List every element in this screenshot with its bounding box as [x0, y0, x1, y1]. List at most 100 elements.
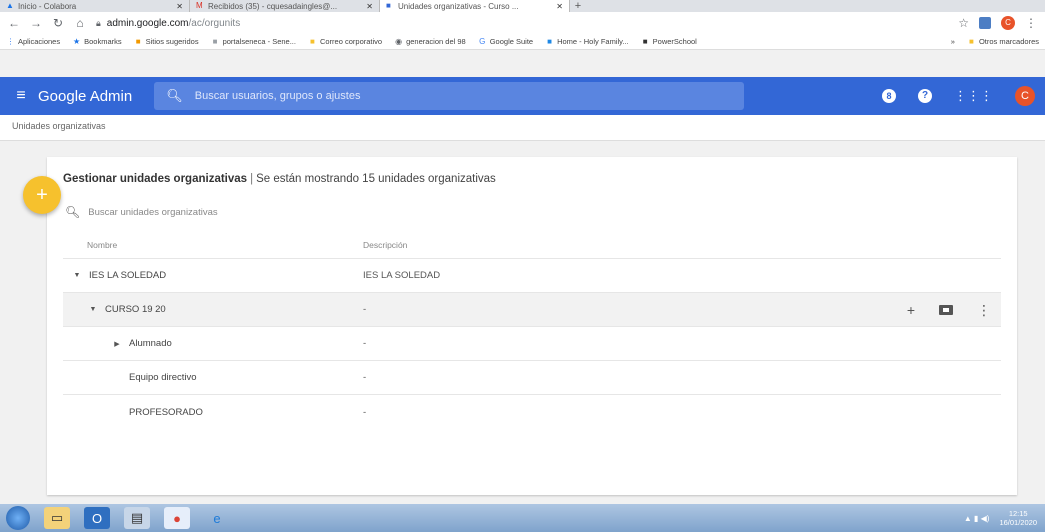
browser-tab-colabora[interactable]: ▲ Inicio - Colabora ✕: [0, 0, 190, 12]
bookmarks-more-icon[interactable]: »: [951, 37, 955, 46]
bookmark-item[interactable]: ◉ generacion del 98: [394, 37, 466, 46]
brand-title[interactable]: Google Admin: [38, 88, 132, 105]
browser-tabstrip: ▲ Inicio - Colabora ✕ M Recibidos (35) -…: [0, 0, 1045, 12]
address-bar[interactable]: 🔒︎ admin.google.com/ac/orgunits: [96, 15, 948, 31]
search-icon: 🔍︎: [166, 88, 183, 103]
move-folder-icon[interactable]: [939, 305, 953, 315]
org-unit-name[interactable]: IES LA SOLEDAD: [89, 270, 166, 281]
notifications-icon[interactable]: 8: [882, 89, 896, 103]
apps-grid-icon[interactable]: ⋮⋮⋮: [954, 88, 993, 104]
other-bookmarks[interactable]: ■ Otros marcadores: [967, 37, 1039, 46]
internet-explorer-icon[interactable]: e: [204, 507, 230, 529]
bookmark-star-icon[interactable]: ☆: [958, 16, 969, 30]
bookmark-item[interactable]: ■ Correo corporativo: [308, 37, 382, 46]
browser-tab-admin[interactable]: ■ Unidades organizativas - Curso ... ✕: [380, 0, 570, 12]
org-unit-search-input[interactable]: 🔍︎ Buscar unidades organizativas: [65, 205, 218, 219]
bookmark-item[interactable]: G Google Suite: [478, 37, 533, 46]
breadcrumb: Unidades organizativas: [0, 115, 1045, 141]
bookmark-item[interactable]: ■ Home - Holy Family...: [545, 37, 628, 46]
breadcrumb-current: Unidades organizativas: [12, 121, 106, 131]
bookmarks-bar: ⋮ Aplicaciones ★ Bookmarks ■ Sitios sugeridos…: [0, 34, 1045, 50]
card-title-count: Se están mostrando 15 unidades organizat…: [256, 173, 496, 185]
org-unit-description: IES LA SOLEDAD: [363, 270, 441, 281]
collapse-caret-icon[interactable]: ▼: [71, 272, 83, 279]
clock[interactable]: 12:15 16/01/2020: [999, 509, 1037, 527]
clock-date: 16/01/2020: [999, 518, 1037, 527]
browser-tab-gmail[interactable]: M Recibidos (35) - cquesadaingles@... ✕: [190, 0, 380, 12]
org-unit-name[interactable]: PROFESORADO: [129, 407, 203, 418]
page-icon: ■: [212, 37, 218, 46]
tab-title: Inicio - Colabora: [18, 1, 77, 11]
google-icon: G: [479, 37, 486, 46]
profile-avatar[interactable]: C: [1001, 16, 1015, 30]
admin-search-input[interactable]: 🔍︎ Buscar usuarios, grupos o ajustes: [154, 82, 745, 110]
table-row[interactable]: ▼ CURSO 19 20 - + ⋮: [63, 293, 1001, 327]
reload-icon[interactable]: ↻: [52, 16, 64, 30]
main-menu-icon[interactable]: ≡: [4, 87, 38, 105]
outlook-icon[interactable]: O: [84, 507, 110, 529]
app-icon[interactable]: ▤: [124, 507, 150, 529]
admin-header: ≡ Google Admin 🔍︎ Buscar usuarios, grupo…: [0, 77, 1045, 115]
table-row[interactable]: PROFESORADO -: [63, 395, 1001, 429]
admin-icon: ■: [386, 1, 391, 10]
col-header-description: Descripción: [363, 239, 408, 250]
table-row[interactable]: Equipo directivo -: [63, 361, 1001, 395]
page-icon: ■: [547, 37, 553, 46]
expand-caret-icon[interactable]: ▶: [111, 340, 123, 348]
table-row[interactable]: ▶ Alumnado -: [63, 327, 1001, 361]
admin-search-placeholder: Buscar usuarios, grupos o ajustes: [194, 90, 361, 102]
bookmark-item[interactable]: ⋮ Aplicaciones: [6, 37, 61, 46]
org-unit-description: -: [363, 406, 367, 418]
page-icon: ■: [642, 37, 648, 46]
tray-icons[interactable]: ▲ ▮ ◀): [964, 514, 990, 523]
more-options-icon[interactable]: ⋮: [977, 302, 991, 319]
search-icon: 🔍︎: [65, 205, 81, 219]
back-icon[interactable]: ←: [8, 16, 20, 30]
bookmark-item[interactable]: ■ Sitios sugeridos: [134, 37, 199, 46]
card-title: Gestionar unidades organizativas | Se está…: [63, 173, 496, 185]
file-explorer-icon[interactable]: ▭: [44, 507, 70, 529]
apps-grid-icon: ⋮: [6, 37, 15, 46]
bookmark-label: Sitios sugeridos: [145, 37, 199, 46]
org-unit-description: -: [363, 304, 367, 315]
tab-title: Unidades organizativas - Curso ...: [398, 1, 519, 11]
other-bookmarks-label: Otros marcadores: [978, 37, 1039, 46]
add-org-unit-button[interactable]: +: [23, 176, 61, 214]
folder-icon: ■: [969, 37, 974, 46]
lock-icon: 🔒︎: [96, 17, 101, 28]
new-tab-button[interactable]: +: [570, 0, 586, 12]
table-header: Nombre Descripción: [63, 231, 1001, 259]
bookmark-label: PowerSchool: [652, 37, 697, 46]
org-unit-description: -: [363, 338, 367, 349]
forward-icon[interactable]: →: [30, 16, 42, 30]
col-header-name[interactable]: Nombre: [63, 240, 363, 250]
close-icon[interactable]: ✕: [366, 2, 373, 11]
bookmark-label: portalseneca - Sene...: [222, 37, 296, 46]
bookmark-item[interactable]: ■ portalseneca - Sene...: [211, 37, 296, 46]
table-row[interactable]: ▼ IES LA SOLEDAD IES LA SOLEDAD: [63, 259, 1001, 293]
org-unit-name[interactable]: CURSO 19 20: [105, 304, 166, 315]
home-icon[interactable]: ⌂: [74, 16, 86, 30]
help-icon[interactable]: ?: [918, 89, 932, 103]
web-icon: ◉: [395, 37, 403, 46]
extension-icon[interactable]: [979, 17, 991, 29]
account-avatar[interactable]: C: [1015, 86, 1035, 106]
org-unit-name[interactable]: Equipo directivo: [129, 372, 197, 383]
add-icon[interactable]: +: [907, 302, 915, 318]
title-separator: |: [250, 173, 254, 185]
card-title-bold: Gestionar unidades organizativas: [63, 173, 248, 185]
bookmark-item[interactable]: ★ Bookmarks: [72, 37, 122, 46]
org-unit-name[interactable]: Alumnado: [129, 338, 172, 349]
start-button[interactable]: [6, 506, 30, 530]
bookmark-label: Bookmarks: [84, 37, 122, 46]
chrome-icon[interactable]: ●: [164, 507, 190, 529]
gmail-icon: M: [196, 1, 203, 10]
suggested-icon: ■: [135, 37, 141, 46]
org-units-card: Gestionar unidades organizativas | Se está…: [47, 157, 1017, 495]
close-icon[interactable]: ✕: [556, 2, 563, 11]
browser-menu-icon[interactable]: ⋮: [1025, 16, 1037, 30]
close-icon[interactable]: ✕: [176, 2, 183, 11]
collapse-caret-icon[interactable]: ▼: [87, 306, 99, 313]
bookmark-item[interactable]: ■ PowerSchool: [641, 37, 697, 46]
browser-toolbar: ← → ↻ ⌂ 🔒︎ admin.google.com/ac/orgunits …: [0, 12, 1045, 34]
